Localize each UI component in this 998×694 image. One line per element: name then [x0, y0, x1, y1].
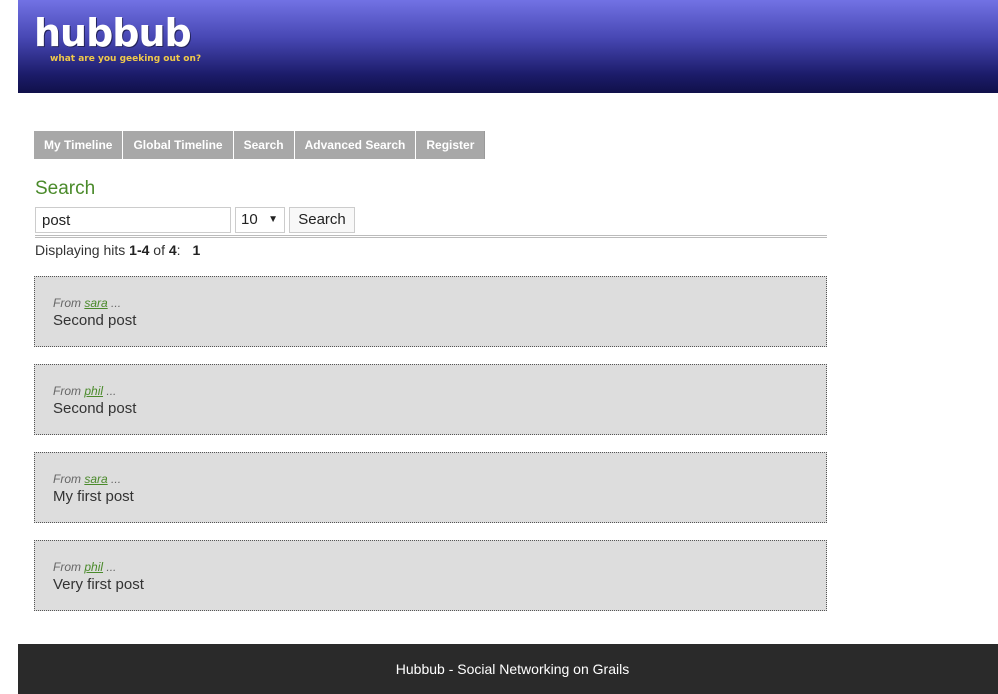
hits-suffix: :	[176, 242, 181, 258]
hits-prefix: Displaying hits	[35, 242, 130, 258]
hits-total: 4	[168, 242, 177, 258]
result-from: From sara ...	[53, 472, 121, 486]
nav-search[interactable]: Search	[233, 131, 295, 159]
result-message: Second post	[53, 312, 137, 329]
search-result: From sara ... Second post	[34, 276, 827, 347]
user-link[interactable]: sara	[84, 296, 107, 310]
page-title: Search	[35, 178, 96, 199]
search-result: From sara ... My first post	[34, 452, 827, 523]
search-result: From phil ... Second post	[34, 364, 827, 435]
nav-register[interactable]: Register	[416, 131, 486, 159]
from-label: From	[53, 384, 85, 398]
user-link[interactable]: phil	[84, 560, 103, 574]
ellipsis: ...	[107, 296, 122, 310]
result-from: From phil ...	[53, 384, 116, 398]
tagline: what are you geeking out on?	[50, 54, 202, 64]
hits-summary: Displaying hits 1-4 of 4: 1	[35, 241, 200, 259]
result-message: My first post	[53, 488, 134, 505]
footer: Hubbub - Social Networking on Grails	[18, 644, 998, 694]
max-results-select[interactable]: 10 ▼	[235, 207, 285, 233]
dropdown-arrow-icon: ▼	[268, 214, 278, 225]
nav-advanced-search[interactable]: Advanced Search	[294, 131, 417, 159]
max-results-value: 10	[241, 211, 258, 228]
pager-page-1[interactable]: 1	[193, 242, 201, 258]
divider	[35, 235, 827, 238]
from-label: From	[53, 560, 85, 574]
result-from: From sara ...	[53, 296, 121, 310]
ellipsis: ...	[103, 384, 117, 398]
from-label: From	[53, 296, 85, 310]
result-from: From phil ...	[53, 560, 116, 574]
user-link[interactable]: sara	[84, 472, 107, 486]
search-result: From phil ... Very first post	[34, 540, 827, 611]
page: hubbub what are you geeking out on? My T…	[0, 0, 998, 694]
user-link[interactable]: phil	[84, 384, 103, 398]
main-nav: My Timeline Global Timeline Search Advan…	[34, 131, 486, 159]
nav-global-timeline[interactable]: Global Timeline	[123, 131, 234, 159]
result-message: Very first post	[53, 576, 144, 593]
logo[interactable]: hubbub	[34, 14, 192, 52]
ellipsis: ...	[107, 472, 122, 486]
search-input[interactable]	[35, 207, 231, 233]
header-banner: hubbub what are you geeking out on?	[18, 0, 998, 93]
from-label: From	[53, 472, 85, 486]
search-button[interactable]: Search	[289, 207, 355, 233]
hits-range: 1-4	[129, 242, 150, 258]
hits-of: of	[149, 242, 169, 258]
result-message: Second post	[53, 400, 137, 417]
nav-my-timeline[interactable]: My Timeline	[34, 131, 124, 159]
ellipsis: ...	[103, 560, 117, 574]
